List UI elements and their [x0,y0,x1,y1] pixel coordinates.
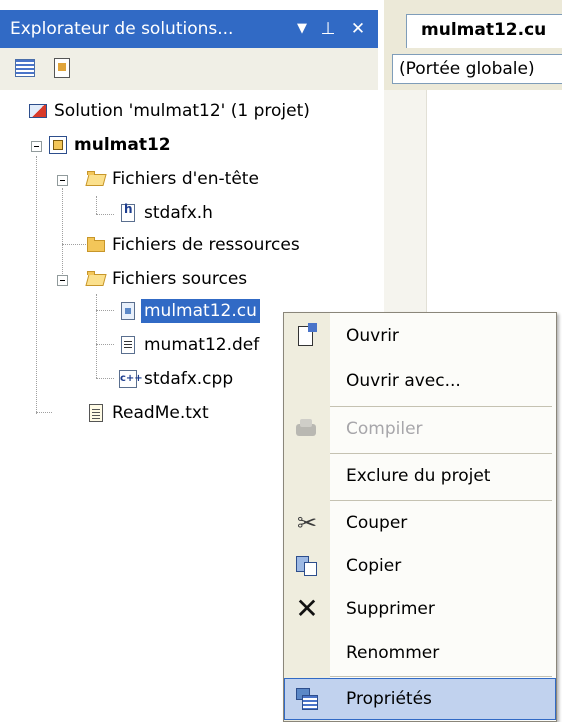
menu-item-rename[interactable]: Renommer [284,632,556,674]
menu-separator [330,453,552,454]
text-file-icon [86,403,106,423]
properties-icon[interactable] [12,55,40,83]
compile-icon [294,416,320,442]
dropdown-icon[interactable]: ▼ [290,15,314,43]
solution-icon [28,101,48,121]
menu-item-delete[interactable]: ✕ Supprimer [284,588,556,630]
properties-icon [294,686,320,712]
menu-item-cut[interactable]: ✂ Couper [284,502,556,544]
scope-bar: (Portée globale) [384,48,562,90]
show-all-files-icon[interactable] [48,55,76,83]
copy-icon [294,553,320,579]
tree-file-mulmat12-cu[interactable]: mulmat12.cu [118,296,260,326]
collapse-headers-icon[interactable] [57,175,68,186]
folder-icon [86,235,106,255]
panel-title: Explorateur de solutions... [10,19,234,39]
panel-title-bar: Explorateur de solutions... ▼ ⊥ ✕ [0,10,378,48]
menu-separator [330,676,552,677]
context-menu: Ouvrir Ouvrir avec... Compiler Exclure d… [283,312,557,722]
menu-separator [330,406,552,407]
menu-item-copy[interactable]: Copier [284,545,556,587]
menu-item-compile: Compiler [284,408,556,450]
collapse-sources-icon[interactable] [57,275,68,286]
cuda-file-icon [118,301,138,321]
menu-item-properties[interactable]: Propriétés [284,678,556,720]
tree-solution[interactable]: Solution 'mulmat12' (1 projet) [28,96,313,126]
tree-folder-resources[interactable]: Fichiers de ressources [86,230,303,260]
close-icon[interactable]: ✕ [346,15,370,43]
tree-file-stdafx-h[interactable]: stdafx.h [118,198,216,228]
open-icon [294,323,320,349]
tree-folder-headers[interactable]: Fichiers d'en-tête [86,164,262,194]
tree-file-mumat12-def[interactable]: mumat12.def [118,330,262,360]
collapse-project-icon[interactable] [31,141,42,152]
tree-file-stdafx-cpp[interactable]: stdafx.cpp [118,364,236,394]
cpp-file-icon [118,369,138,389]
folder-open-icon [86,169,106,189]
project-icon [48,135,68,155]
menu-item-exclude[interactable]: Exclure du projet [284,455,556,497]
def-file-icon [118,335,138,355]
tree-project[interactable]: mulmat12 [48,130,174,160]
scope-dropdown[interactable]: (Portée globale) [392,54,562,84]
pin-icon[interactable]: ⊥ [316,15,340,43]
menu-item-open-with[interactable]: Ouvrir avec... [284,360,556,402]
scissors-icon: ✂ [296,509,318,537]
explorer-toolbar [0,48,378,91]
header-file-icon [118,202,138,223]
tree-file-readme[interactable]: ReadMe.txt [86,398,212,428]
menu-separator [330,500,552,501]
tab-mulmat12-cu[interactable]: mulmat12.cu [406,14,562,48]
delete-icon: ✕ [295,592,319,625]
tree-folder-sources[interactable]: Fichiers sources [86,264,250,294]
editor-tabstrip: mulmat12.cu [384,0,562,49]
menu-item-open[interactable]: Ouvrir [284,315,556,357]
folder-open-icon [86,269,106,289]
